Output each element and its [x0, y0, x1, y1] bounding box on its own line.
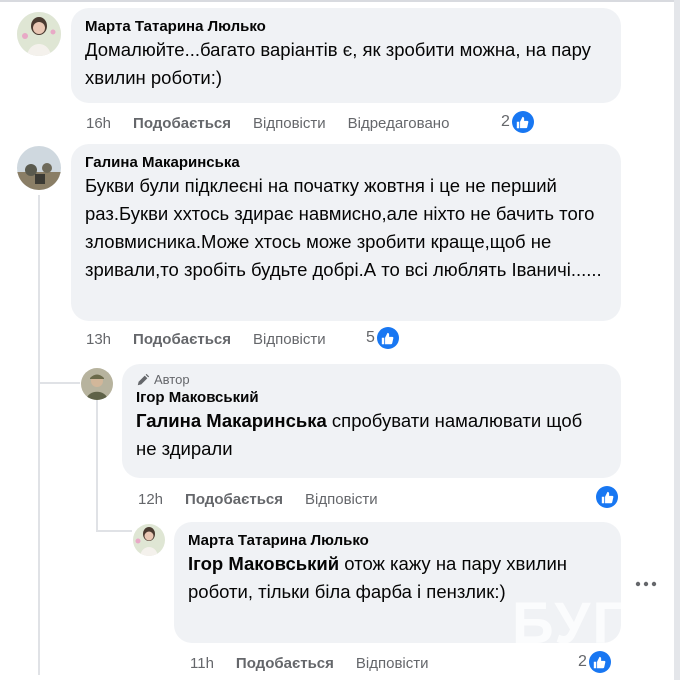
comment-actions: 16h Подобається Відповісти Відредаговано — [86, 113, 471, 133]
comment-author[interactable]: Ігор Маковський — [136, 388, 607, 407]
comment-actions: 12h Подобається Відповісти — [138, 489, 400, 509]
reaction-number: 5 — [366, 329, 375, 346]
comment-time[interactable]: 11h — [190, 655, 214, 672]
pencil-icon — [137, 373, 150, 385]
scrollbar-track[interactable] — [674, 0, 680, 680]
thread-line — [38, 195, 40, 675]
comment-author[interactable]: Марта Татарина Люлько — [85, 17, 607, 36]
avatar[interactable] — [133, 524, 165, 556]
like-button[interactable]: Подобається — [133, 115, 231, 132]
reply-button[interactable]: Відповісти — [356, 655, 429, 672]
thread-line — [98, 530, 132, 532]
reaction-number: 2 — [501, 113, 510, 130]
comment-bubble: Галина Макаринська Букви були підклеєні … — [71, 144, 621, 321]
avatar[interactable] — [17, 12, 61, 56]
comment-time[interactable]: 13h — [86, 331, 111, 348]
thread-line — [96, 400, 98, 532]
reply-button[interactable]: Відповісти — [305, 491, 378, 508]
comment-actions: 11h Подобається Відповісти — [190, 653, 451, 673]
comment-bubble: Марта Татарина Люлько Домалюйте...багато… — [71, 8, 621, 103]
mention-link[interactable]: Галина Макаринська — [136, 410, 327, 431]
more-options-icon[interactable] — [635, 568, 657, 594]
thumbs-up-icon — [511, 111, 534, 133]
comment-text: Галина Макаринська спробувати намалювати… — [136, 407, 607, 463]
comment-text: Букви були підклеєні на початку жовтня і… — [85, 175, 602, 280]
like-button[interactable]: Подобається — [236, 655, 334, 672]
comment-author[interactable]: Галина Макаринська — [85, 153, 607, 172]
author-badge: Автор — [136, 371, 607, 388]
reply-button[interactable]: Відповісти — [253, 331, 326, 348]
comment-time[interactable]: 12h — [138, 491, 163, 508]
comment-author[interactable]: Марта Татарина Люлько — [188, 531, 607, 550]
reply-bubble: Автор Ігор Маковський Галина Макаринська… — [122, 364, 621, 478]
thumbs-up-icon — [596, 486, 618, 508]
like-button[interactable]: Подобається — [133, 331, 231, 348]
reply-button[interactable]: Відповісти — [253, 115, 326, 132]
reaction-count[interactable]: 2 — [501, 111, 534, 133]
reaction-count[interactable] — [594, 486, 618, 508]
comment-time[interactable]: 16h — [86, 115, 111, 132]
thread-line — [40, 382, 80, 384]
comment-text: Домалюйте...багато варіантів є, як зроби… — [85, 39, 591, 88]
window-top-border — [0, 0, 680, 2]
watermark-logo: БУГ — [512, 591, 628, 656]
avatar[interactable] — [17, 146, 61, 190]
avatar[interactable] — [81, 368, 113, 400]
like-button[interactable]: Подобається — [185, 491, 283, 508]
reaction-count[interactable]: 5 — [366, 327, 399, 349]
author-badge-label: Автор — [154, 372, 190, 387]
mention-link[interactable]: Ігор Маковський — [188, 553, 339, 574]
edited-label[interactable]: Відредаговано — [348, 115, 450, 132]
thumbs-up-icon — [376, 327, 399, 349]
comment-actions: 13h Подобається Відповісти — [86, 329, 348, 349]
